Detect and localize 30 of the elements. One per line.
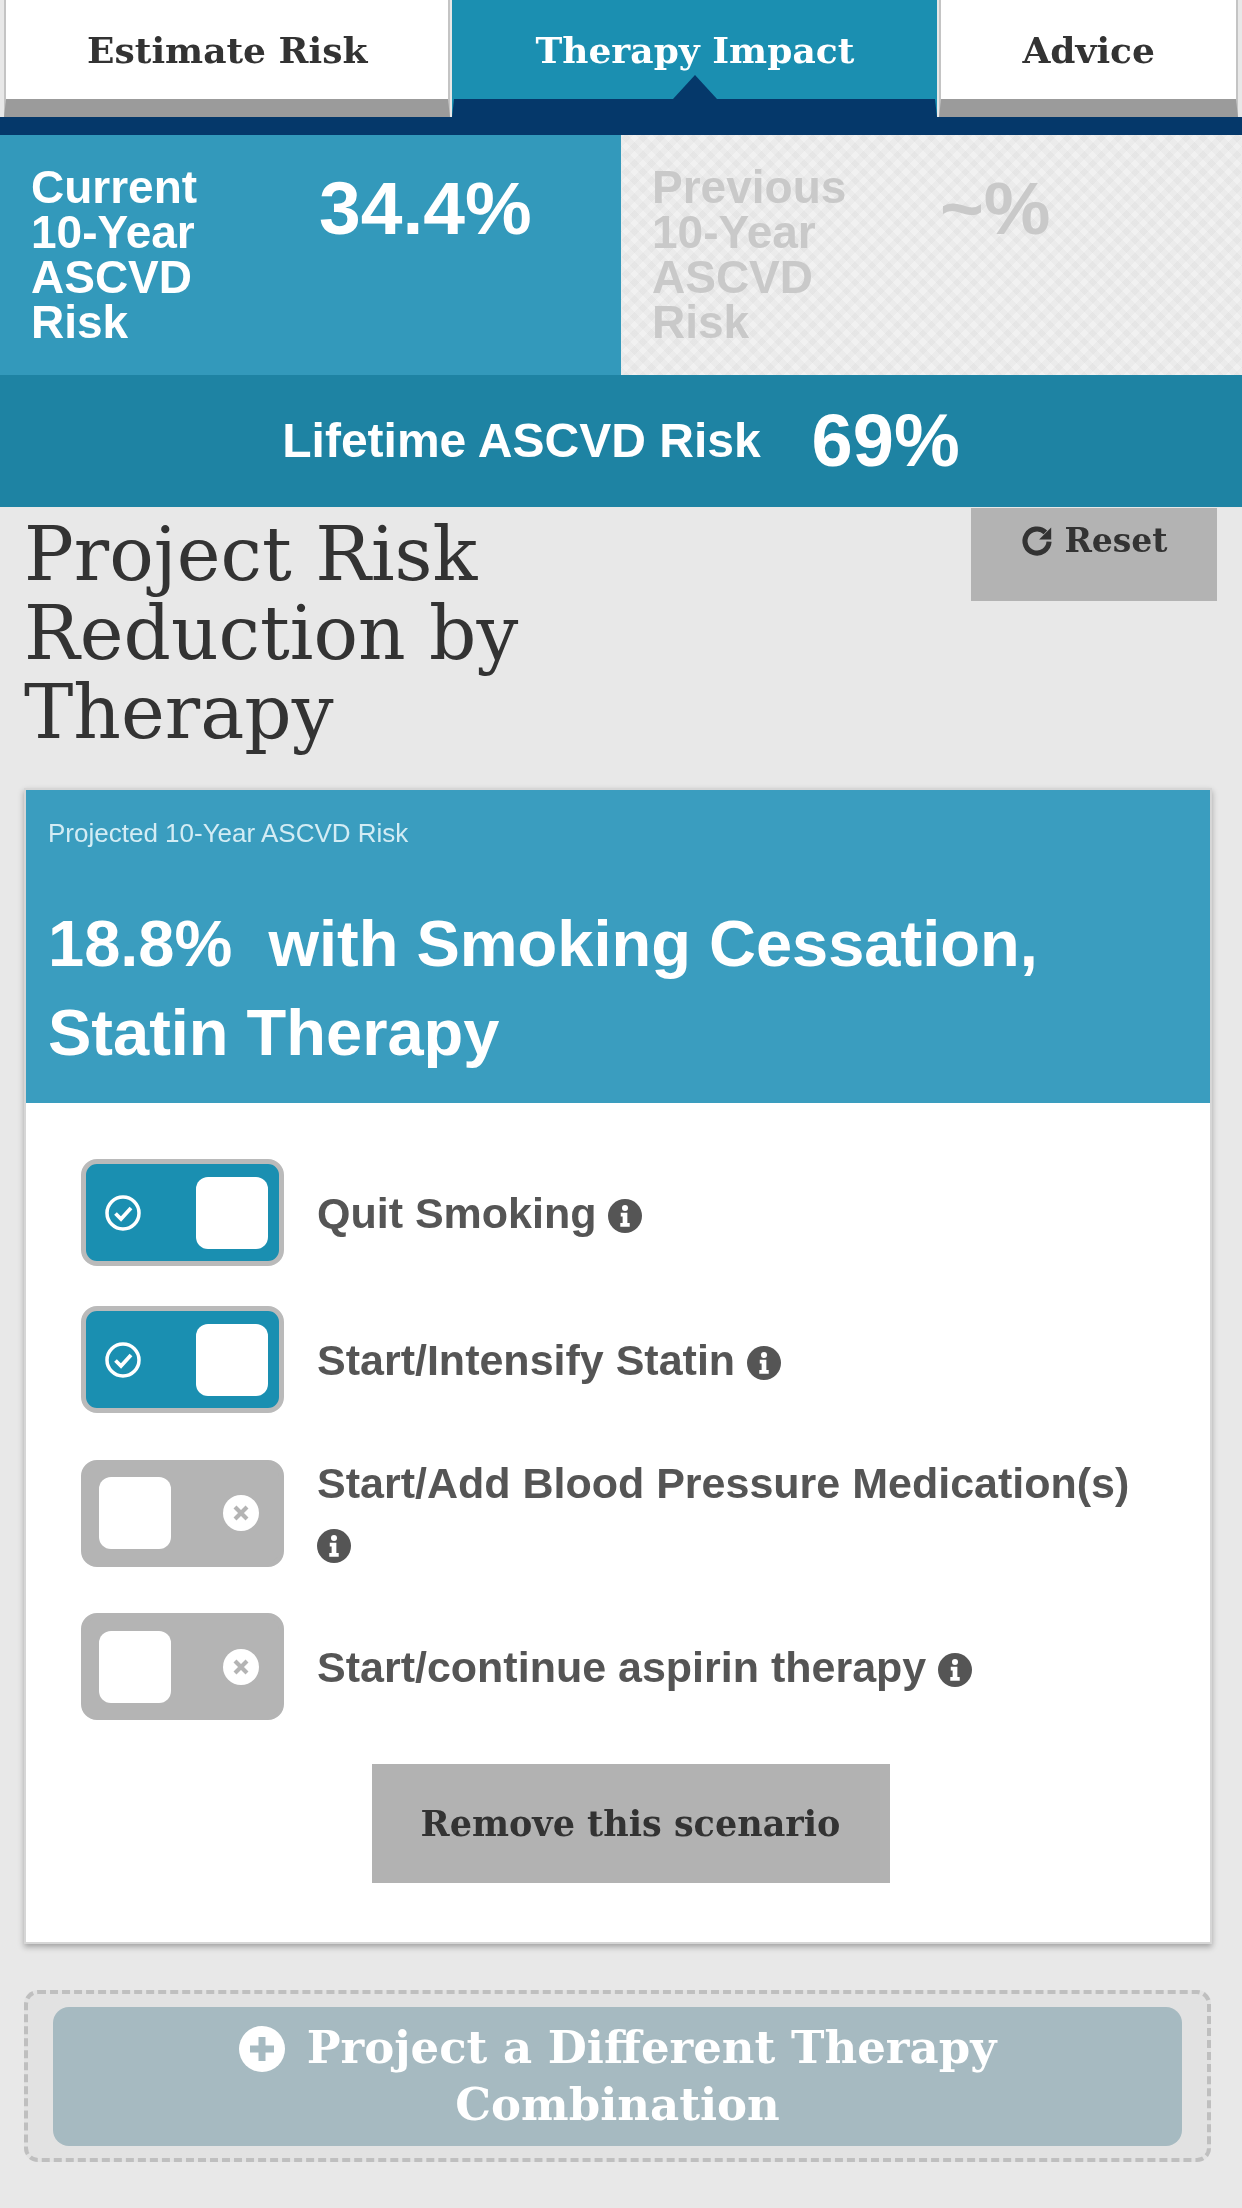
toggle-switch[interactable] bbox=[81, 1459, 284, 1567]
risk-label: Current 10-Year ASCVD Risk bbox=[31, 165, 199, 345]
plus-circle-icon bbox=[238, 2026, 285, 2072]
remove-scenario-button[interactable]: Remove this scenario bbox=[371, 1764, 890, 1883]
toggle-switch[interactable] bbox=[81, 1306, 284, 1413]
info-icon[interactable] bbox=[747, 1345, 782, 1380]
info-icon[interactable] bbox=[317, 1529, 351, 1563]
risk-value: 34.4% bbox=[319, 171, 533, 246]
tab[interactable]: Therapy Impact bbox=[452, 0, 938, 117]
risk-value: ~% bbox=[940, 171, 1052, 246]
reset-button[interactable]: Reset bbox=[971, 508, 1217, 601]
option-label: Start/continue aspirin therapy bbox=[317, 1642, 927, 1691]
check-circle-icon bbox=[105, 1341, 141, 1378]
check-circle-icon bbox=[105, 1194, 141, 1231]
x-circle-icon bbox=[223, 1648, 259, 1685]
info-icon[interactable] bbox=[938, 1652, 973, 1687]
toggle-knob bbox=[99, 1477, 171, 1549]
option-label: Start/Intensify Statin bbox=[317, 1335, 736, 1384]
scenario-caption: Projected 10-Year ASCVD Risk bbox=[48, 817, 410, 849]
lifetime-risk-label: Lifetime ASCVD Risk bbox=[282, 417, 761, 465]
x-circle-icon bbox=[223, 1495, 259, 1531]
projected-risk-summary: 18.8% with Smoking Cessation, Statin Therapy bbox=[48, 906, 1039, 1071]
toggle-switch[interactable] bbox=[81, 1613, 284, 1720]
option-label: Quit Smoking bbox=[317, 1188, 597, 1237]
lifetime-risk-value: 69% bbox=[811, 404, 960, 478]
tab[interactable]: Advice bbox=[939, 0, 1238, 117]
tab[interactable]: Estimate Risk bbox=[4, 0, 451, 117]
option-label: Start/Add Blood Pressure Medication(s) bbox=[317, 1459, 1130, 1507]
info-icon[interactable] bbox=[608, 1198, 643, 1233]
toggle-switch[interactable] bbox=[81, 1159, 284, 1266]
